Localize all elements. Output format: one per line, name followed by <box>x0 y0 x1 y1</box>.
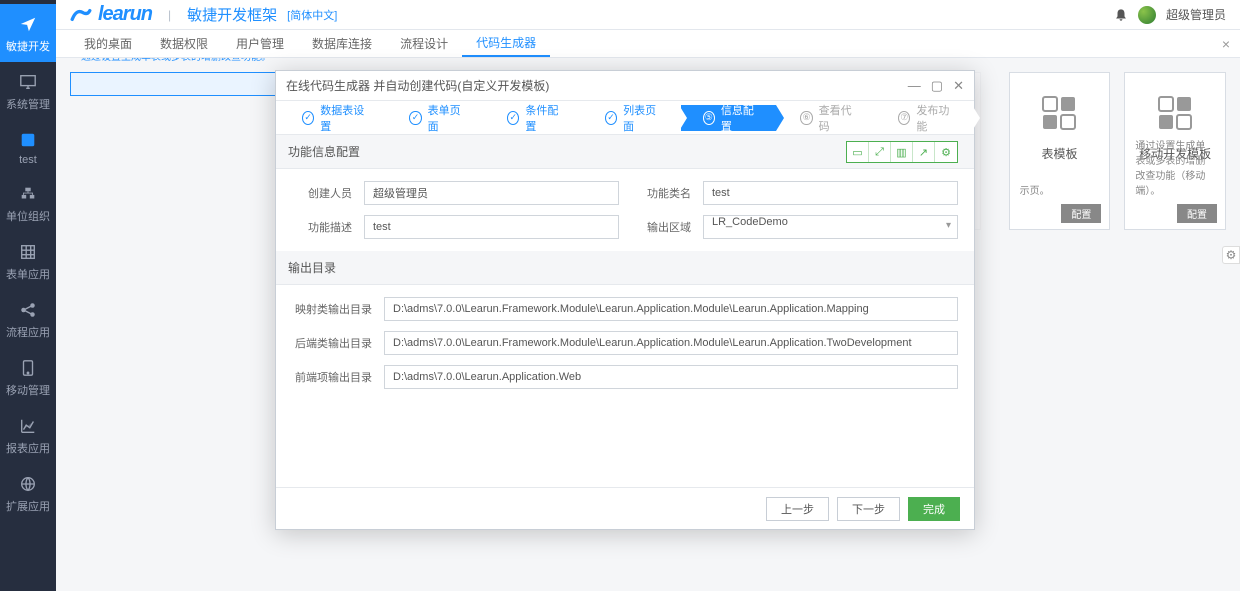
tab-3[interactable]: 数据库连接 <box>298 30 386 57</box>
prev-button[interactable]: 上一步 <box>766 497 829 521</box>
layout-toolbar: ▭ ⤢ ▥ ↗ ⚙ <box>846 141 958 163</box>
fname-input[interactable] <box>703 181 958 205</box>
modal-title: 在线代码生成器 并自动创建代码(自定义开发模板) <box>286 77 549 94</box>
lang-switch[interactable]: [简体中文] <box>287 7 337 23</box>
topbar: learun | 敏捷开发框架 [简体中文] 超级管理员 <box>56 0 1240 30</box>
wizard-steps: 数据表设置 表单页面 条件配置 列表页面 ⑤信息配置 ⑥查看代码 ⑦发布功能 <box>276 101 974 135</box>
monitor-icon <box>18 72 38 92</box>
back-input[interactable] <box>384 331 958 355</box>
globe-icon <box>18 474 38 494</box>
tiles-icon <box>1153 91 1197 135</box>
step-2[interactable]: 表单页面 <box>387 105 483 131</box>
template-card-mobile[interactable]: 移动开发模板 通过设置生成单表或多表的增删改查功能（移动端）。 配置 <box>1124 72 1226 230</box>
card-desc: 通过设置生成单表或多表的增删改查功能（移动端）。 <box>1135 139 1215 199</box>
code-generator-modal: 在线代码生成器 并自动创建代码(自定义开发模板) — ▢ ✕ 数据表设置 表单页… <box>275 70 975 530</box>
sidebar-item-8[interactable]: 扩展应用 <box>0 464 56 522</box>
share-icon <box>18 300 38 320</box>
area-select[interactable]: LR_CodeDemo <box>703 215 958 239</box>
card-desc: 示页。 <box>1020 184 1100 199</box>
user-name[interactable]: 超级管理员 <box>1166 6 1226 23</box>
modal-header: 在线代码生成器 并自动创建代码(自定义开发模板) — ▢ ✕ <box>276 71 974 101</box>
area-label: 输出区域 <box>631 219 691 235</box>
creator-input[interactable] <box>364 181 619 205</box>
sidebar-item-7[interactable]: 报表应用 <box>0 406 56 464</box>
next-button[interactable]: 下一步 <box>837 497 900 521</box>
tool-b-icon[interactable]: ⤢ <box>869 142 891 162</box>
desc-input[interactable] <box>364 215 619 239</box>
sidebar-item-6[interactable]: 移动管理 <box>0 348 56 406</box>
grid-icon <box>18 242 38 262</box>
card-config-button[interactable]: 配置 <box>1177 204 1217 223</box>
sidebar-item-3[interactable]: 单位组织 <box>0 174 56 232</box>
mobile-icon <box>18 358 38 378</box>
tool-c-icon[interactable]: ▥ <box>891 142 913 162</box>
step-3[interactable]: 条件配置 <box>485 105 581 131</box>
back-label: 后端类输出目录 <box>292 335 372 351</box>
step-1[interactable]: 数据表设置 <box>280 105 385 131</box>
settings-gear-icon[interactable]: ⚙ <box>1222 246 1240 264</box>
square-icon <box>18 130 38 150</box>
logo-icon <box>70 4 92 26</box>
product-name: 敏捷开发框架 <box>187 4 277 25</box>
sidebar-item-0[interactable]: 敏捷开发 <box>0 4 56 62</box>
maximize-icon[interactable]: ▢ <box>931 78 943 94</box>
minimize-icon[interactable]: — <box>908 78 921 94</box>
card-desc: 通过设置生成单表或多表的增删改查功能。 <box>81 58 854 65</box>
avatar[interactable] <box>1138 6 1156 24</box>
front-label: 前端项输出目录 <box>292 369 372 385</box>
bell-icon[interactable] <box>1114 8 1128 22</box>
tab-1[interactable]: 数据权限 <box>146 30 222 57</box>
output-form: 映射类输出目录 后端类输出目录 前端项输出目录 <box>276 285 974 401</box>
step-5[interactable]: ⑤信息配置 <box>681 105 777 131</box>
logo-text: learun <box>98 3 152 26</box>
tab-0[interactable]: 我的桌面 <box>70 30 146 57</box>
org-icon <box>18 184 38 204</box>
plane-icon <box>18 14 38 34</box>
map-label: 映射类输出目录 <box>292 301 372 317</box>
info-form: 创建人员 功能类名 功能描述 输出区域 LR_CodeDemo <box>276 169 974 251</box>
map-input[interactable] <box>384 297 958 321</box>
finish-button[interactable]: 完成 <box>908 497 960 521</box>
template-card-2[interactable]: 表模板 示页。 配置 <box>1009 72 1111 230</box>
chart-icon <box>18 416 38 436</box>
card-config-button[interactable]: 配置 <box>1061 204 1101 223</box>
sidebar-item-5[interactable]: 流程应用 <box>0 290 56 348</box>
tool-a-icon[interactable]: ▭ <box>847 142 869 162</box>
sidebar-item-4[interactable]: 表单应用 <box>0 232 56 290</box>
sidebar: 敏捷开发 系统管理 test 单位组织 表单应用 流程应用 移动管理 报表应用 … <box>0 0 56 591</box>
sidebar-item-1[interactable]: 系统管理 <box>0 62 56 120</box>
fname-label: 功能类名 <box>631 185 691 201</box>
logo: learun | 敏捷开发框架 [简体中文] <box>70 3 337 26</box>
close-icon[interactable]: ✕ <box>953 78 964 94</box>
tab-5[interactable]: 代码生成器 <box>462 30 550 57</box>
modal-footer: 上一步 下一步 完成 <box>276 487 974 529</box>
section-output: 输出目录 <box>276 251 974 285</box>
creator-label: 创建人员 <box>292 185 352 201</box>
tool-d-icon[interactable]: ↗ <box>913 142 935 162</box>
card-title: 表模板 <box>1041 145 1077 162</box>
tabs-close-icon[interactable]: × <box>1222 36 1230 52</box>
step-7[interactable]: ⑦发布功能 <box>876 105 972 131</box>
sidebar-item-2[interactable]: test <box>0 120 56 174</box>
desc-label: 功能描述 <box>292 219 352 235</box>
tab-bar: 我的桌面 数据权限 用户管理 数据库连接 流程设计 代码生成器 × <box>56 30 1240 58</box>
step-6[interactable]: ⑥查看代码 <box>778 105 874 131</box>
tool-e-icon[interactable]: ⚙ <box>935 142 957 162</box>
step-4[interactable]: 列表页面 <box>583 105 679 131</box>
tab-4[interactable]: 流程设计 <box>386 30 462 57</box>
tiles-icon <box>1037 91 1081 135</box>
tab-2[interactable]: 用户管理 <box>222 30 298 57</box>
front-input[interactable] <box>384 365 958 389</box>
